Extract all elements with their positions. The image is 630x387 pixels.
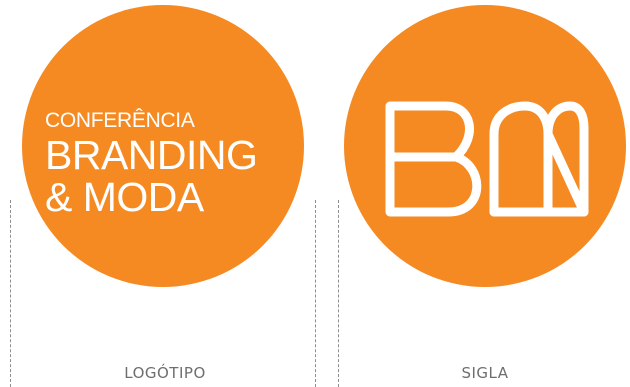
logotype: CONFERÊNCIA BRANDING & MODA <box>45 109 258 220</box>
dashed-divider-middle-right <box>338 200 339 387</box>
logotype-line-branding: BRANDING <box>45 132 258 178</box>
bm-monogram-logo <box>385 101 589 217</box>
brand-sheet: CONFERÊNCIA BRANDING & MODA LOGÓTIPO SIG… <box>0 0 630 387</box>
dashed-divider-left <box>10 200 11 387</box>
dashed-divider-middle-left <box>315 200 316 387</box>
logotype-line-moda: & MODA <box>45 174 204 220</box>
caption-sigla: SIGLA <box>461 364 509 382</box>
caption-logotipo: LOGÓTIPO <box>124 364 206 382</box>
logotype-line-conferencia: CONFERÊNCIA <box>45 109 195 132</box>
